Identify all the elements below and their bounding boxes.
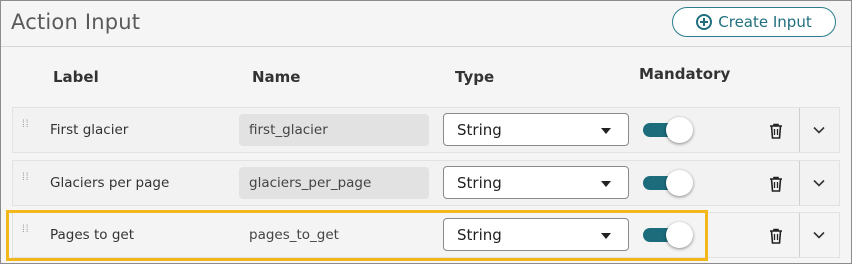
type-select[interactable]: String [443,113,629,146]
row-divider [799,213,800,257]
mandatory-toggle[interactable] [643,222,695,248]
caret-down-icon [601,233,611,239]
type-select-value: String [457,174,502,192]
chevron-down-icon[interactable] [812,123,826,137]
chevron-down-icon[interactable] [812,176,826,190]
mandatory-toggle[interactable] [643,170,695,196]
column-header-type: Type [455,68,495,86]
column-header-name: Name [252,68,301,86]
toggle-knob [666,170,693,196]
panel-header: Action Input Create Input [1,1,851,47]
toggle-knob [666,222,693,248]
row-label: Glaciers per page [50,175,170,191]
trash-icon[interactable] [769,176,783,192]
create-input-label: Create Input [718,13,812,31]
type-select[interactable]: String [443,166,629,199]
page-title: Action Input [11,10,141,34]
table-row: ⁞⁞ Glaciers per page glaciers_per_page S… [12,160,840,206]
type-select-value: String [457,226,502,244]
action-input-panel: Action Input Create Input Label Name Typ… [0,0,852,264]
row-divider [799,108,800,152]
chevron-down-icon[interactable] [812,228,826,242]
caret-down-icon [601,128,611,134]
trash-icon[interactable] [769,228,783,244]
type-select[interactable]: String [443,218,629,251]
column-header-mandatory: Mandatory [639,65,731,83]
plus-circle-icon [696,14,713,30]
create-input-button[interactable]: Create Input [672,7,836,37]
drag-handle-icon[interactable]: ⁞⁞ [22,173,30,188]
drag-handle-icon[interactable]: ⁞⁞ [22,120,30,135]
trash-icon[interactable] [769,123,783,139]
row-name-field[interactable]: first_glacier [239,114,429,146]
mandatory-toggle[interactable] [643,117,695,143]
row-label: First glacier [50,122,129,138]
type-select-value: String [457,121,502,139]
toggle-knob [666,117,693,143]
row-name-field[interactable]: pages_to_get [239,219,429,251]
row-label: Pages to get [50,227,135,243]
row-name-field[interactable]: glaciers_per_page [239,167,429,199]
caret-down-icon [601,181,611,187]
table-row: ⁞⁞ Pages to get pages_to_get String [12,212,840,258]
row-divider [799,161,800,205]
table-row: ⁞⁞ First glacier first_glacier String [12,107,840,153]
column-header-label: Label [53,68,99,86]
drag-handle-icon[interactable]: ⁞⁞ [22,225,30,240]
